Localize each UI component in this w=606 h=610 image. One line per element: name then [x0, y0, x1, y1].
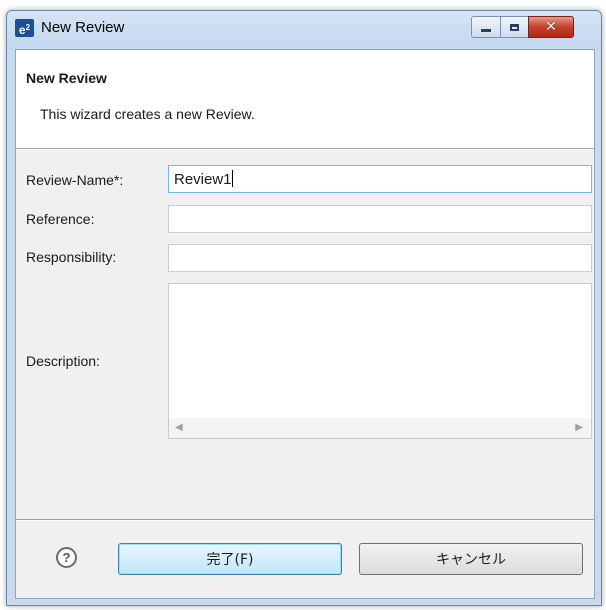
reference-label: Reference:: [26, 211, 95, 227]
app-icon: e2: [15, 19, 34, 37]
text-caret: [231, 170, 233, 187]
review-name-input[interactable]: Review1: [168, 165, 592, 193]
wizard-title: New Review: [26, 70, 107, 86]
scroll-right-icon[interactable]: ▶: [575, 422, 583, 433]
maximize-icon: [510, 23, 519, 31]
responsibility-label: Responsibility:: [26, 249, 117, 265]
scroll-left-icon[interactable]: ◀: [175, 422, 183, 433]
description-textarea[interactable]: ◀ ▶: [168, 283, 592, 439]
wizard-message: This wizard creates a new Review.: [40, 106, 255, 122]
responsibility-input[interactable]: [168, 244, 592, 272]
maximize-button[interactable]: [500, 16, 529, 38]
review-name-value: Review1: [174, 171, 232, 188]
wizard-header: New Review This wizard creates a new Rev…: [16, 50, 594, 148]
minimize-button[interactable]: [471, 16, 501, 38]
button-bar: ? 完了(F) キャンセル: [16, 521, 594, 598]
cancel-button[interactable]: キャンセル: [359, 543, 583, 575]
reference-input[interactable]: [168, 205, 592, 233]
title-bar[interactable]: e2 New Review ✕: [7, 11, 601, 49]
close-button[interactable]: ✕: [528, 16, 574, 38]
minimize-icon: [481, 28, 491, 32]
window-title: New Review: [41, 19, 125, 36]
dialog-client: New Review This wizard creates a new Rev…: [15, 49, 595, 599]
finish-button[interactable]: 完了(F): [118, 543, 342, 575]
description-label: Description:: [26, 353, 100, 369]
description-horizontal-scrollbar[interactable]: ◀ ▶: [169, 418, 591, 438]
close-icon: ✕: [545, 19, 557, 35]
help-icon[interactable]: ?: [56, 547, 77, 568]
dialog-window: e2 New Review ✕ New Review This wizard c…: [6, 10, 602, 606]
wizard-form: Review-Name*: Review1 Reference: Respons…: [16, 150, 594, 520]
review-name-label: Review-Name*:: [26, 172, 124, 188]
